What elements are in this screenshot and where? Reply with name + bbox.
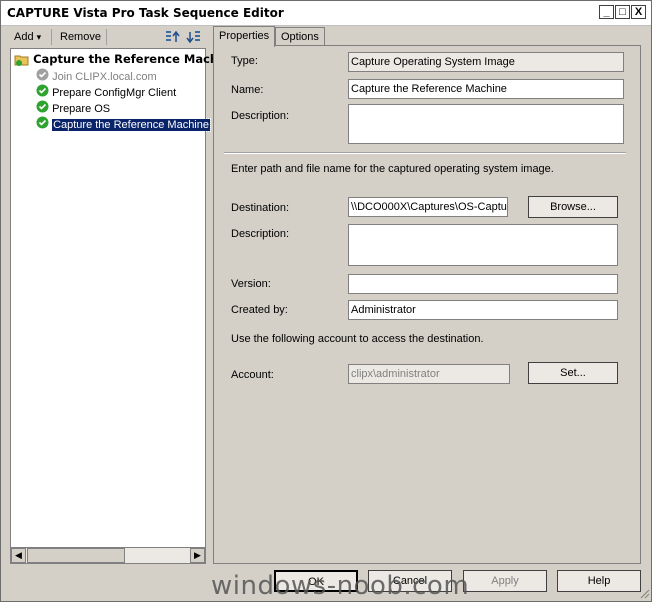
toolbar: Add ▾ Remove (10, 26, 206, 48)
tree-root-label: Capture the Reference Machine (33, 52, 239, 66)
account-field: clipx\administrator (348, 364, 510, 384)
help-button[interactable]: Help (557, 570, 641, 592)
move-down-icon[interactable] (185, 29, 201, 45)
created-by-input[interactable]: Administrator (348, 300, 618, 320)
destination-label: Destination: (231, 202, 290, 214)
close-icon: X (634, 6, 643, 18)
chevron-down-icon: ▾ (36, 32, 42, 42)
type-label: Type: (231, 55, 258, 67)
created-by-label: Created by: (231, 304, 288, 316)
toolbar-separator (106, 29, 107, 45)
folder-icon (14, 53, 30, 67)
move-up-icon[interactable] (165, 29, 181, 45)
tree-root[interactable]: Capture the Reference Machine (14, 52, 238, 67)
maximize-button[interactable]: □ (615, 5, 630, 19)
toolbar-separator (51, 29, 52, 45)
scroll-right-arrow[interactable]: ▶ (190, 548, 205, 563)
tab-options[interactable]: Options (275, 27, 325, 46)
tab-properties[interactable]: Properties (213, 26, 276, 47)
window-title: CAPTURE Vista Pro Task Sequence Editor (7, 6, 284, 20)
section-divider (224, 152, 626, 154)
add-button[interactable]: Add ▾ (10, 29, 45, 45)
description-input[interactable] (348, 104, 624, 144)
tree-item-prepare-os[interactable]: Prepare OS (36, 100, 110, 115)
scroll-thumb[interactable] (27, 548, 125, 563)
set-account-button[interactable]: Set... (528, 362, 618, 384)
tree-item-label: Prepare OS (52, 102, 111, 115)
tree-item-join-domain[interactable]: Join CLIPX.local.com (36, 68, 157, 83)
image-description-label: Description: (231, 228, 290, 240)
properties-panel: Type: Capture Operating System Image Nam… (213, 45, 641, 564)
task-sequence-editor-window: CAPTURE Vista Pro Task Sequence Editor _… (0, 0, 652, 602)
close-button[interactable]: X (631, 5, 646, 19)
check-circle-icon (36, 116, 49, 134)
tree-item-label: Prepare ConfigMgr Client (52, 86, 177, 99)
name-label: Name: (231, 84, 264, 96)
watermark-text: windows-noob.com (211, 571, 470, 601)
capture-instructions: Enter path and file name for the capture… (231, 163, 554, 175)
version-label: Version: (231, 278, 271, 290)
account-instructions: Use the following account to access the … (231, 333, 484, 345)
version-input[interactable] (348, 274, 618, 294)
client-area: Add ▾ Remove Capture the Reference Machi… (1, 26, 651, 601)
minimize-icon: _ (603, 6, 610, 18)
account-label: Account: (231, 369, 274, 381)
description-label: Description: (231, 110, 290, 122)
remove-button[interactable]: Remove (56, 29, 105, 45)
task-sequence-tree[interactable]: Capture the Reference Machine Join CLIPX… (10, 48, 238, 553)
destination-input[interactable]: \\DCO000X\Captures\OS-Captur (348, 197, 508, 217)
task-sequence-pane: Add ▾ Remove Capture the Reference Machi… (10, 26, 238, 566)
resize-grip-icon[interactable] (638, 587, 650, 599)
name-input[interactable]: Capture the Reference Machine (348, 79, 624, 99)
scroll-left-arrow[interactable]: ◀ (11, 548, 26, 563)
tree-item-label-selected: Capture the Reference Machine (51, 117, 211, 132)
browse-button[interactable]: Browse... (528, 196, 618, 218)
tree-item-capture-reference[interactable]: Capture the Reference Machine (36, 116, 211, 134)
add-label: Add (14, 31, 34, 43)
maximize-icon: □ (619, 6, 626, 18)
title-bar: CAPTURE Vista Pro Task Sequence Editor _… (1, 1, 651, 26)
horizontal-scrollbar[interactable]: ◀ ▶ (10, 547, 206, 564)
type-field: Capture Operating System Image (348, 52, 624, 72)
image-description-input[interactable] (348, 224, 618, 266)
apply-button[interactable]: Apply (463, 570, 547, 592)
minimize-button[interactable]: _ (599, 5, 614, 19)
tree-item-prepare-configmgr[interactable]: Prepare ConfigMgr Client (36, 84, 176, 99)
tree-item-label: Join CLIPX.local.com (52, 70, 157, 83)
